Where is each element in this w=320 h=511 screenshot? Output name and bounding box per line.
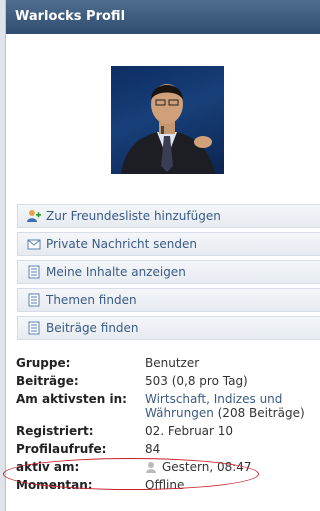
profile-title: Warlocks Profil <box>15 9 126 24</box>
current-status-label: Momentan: <box>16 478 93 492</box>
group-label: Gruppe: <box>16 356 71 370</box>
profile-info: Gruppe: Benutzer Beiträge: 503 (0,8 pro … <box>16 356 320 496</box>
show-my-content-label: Meine Inhalte anzeigen <box>46 265 186 279</box>
find-posts-button[interactable]: Beiträge finden <box>17 316 320 340</box>
most-active-label: Am aktivsten in: <box>16 392 127 406</box>
send-private-message-button[interactable]: Private Nachricht senden <box>17 232 320 256</box>
posts-value: 503 (0,8 pro Tag) <box>145 374 248 388</box>
current-status-value: Offline <box>145 478 185 492</box>
show-my-content-button[interactable]: Meine Inhalte anzeigen <box>17 260 320 284</box>
registered-label: Registriert: <box>16 424 94 438</box>
group-value: Benutzer <box>145 356 200 370</box>
most-active-post-count: (208 Beiträge) <box>213 406 305 420</box>
profile-panel: Warlocks Profil Zur Freundesliste hinzuf… <box>5 0 320 511</box>
profile-actions: Zur Freundesliste hinzufügen Private Nac… <box>17 204 320 344</box>
user-offline-icon <box>146 462 156 473</box>
info-row-last-active: aktiv am: Gestern, 08:47 <box>16 460 320 474</box>
views-label: Profilaufrufe: <box>16 442 107 456</box>
send-private-message-label: Private Nachricht senden <box>46 237 198 251</box>
document-icon <box>28 321 40 335</box>
info-row-most-active: Am aktivsten in: Wirtschaft, Indizes und… <box>16 392 320 420</box>
info-row-views: Profilaufrufe: 84 <box>16 442 320 456</box>
most-active-value: Wirtschaft, Indizes und Währungen (208 Be… <box>145 392 305 420</box>
info-row-posts: Beiträge: 503 (0,8 pro Tag) <box>16 374 320 388</box>
info-row-registered: Registriert: 02. Februar 10 <box>16 424 320 438</box>
views-value: 84 <box>145 442 161 456</box>
info-row-group: Gruppe: Benutzer <box>16 356 320 370</box>
last-active-label: aktiv am: <box>16 460 80 474</box>
profile-avatar <box>111 66 224 174</box>
add-friend-icon <box>27 210 41 222</box>
last-active-time: Gestern, 08:47 <box>162 460 252 474</box>
find-posts-label: Beiträge finden <box>46 321 139 335</box>
posts-label: Beiträge: <box>16 374 79 388</box>
add-friend-label: Zur Freundesliste hinzufügen <box>46 209 221 223</box>
info-row-current: Momentan: Offline <box>16 478 320 492</box>
profile-header: Warlocks Profil <box>6 0 320 34</box>
document-icon <box>28 293 40 307</box>
envelope-icon <box>27 239 41 250</box>
registered-value: 02. Februar 10 <box>145 424 234 438</box>
add-friend-button[interactable]: Zur Freundesliste hinzufügen <box>17 204 320 228</box>
last-active-value: Gestern, 08:47 <box>145 460 252 474</box>
find-threads-label: Themen finden <box>46 293 137 307</box>
find-threads-button[interactable]: Themen finden <box>17 288 320 312</box>
document-icon <box>28 265 40 279</box>
